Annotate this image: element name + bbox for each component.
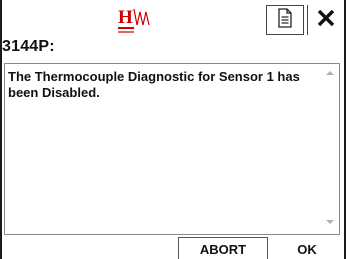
ok-button[interactable]: OK [272,237,342,259]
svg-text:H: H [118,7,133,28]
scroll-up-arrow-icon[interactable] [326,71,334,75]
close-button[interactable] [307,5,344,35]
abort-button[interactable]: ABORT [178,237,268,259]
scroll-down-arrow-icon[interactable] [326,220,334,224]
device-title: 3144P: [2,38,55,55]
vertical-scrollbar[interactable] [322,64,339,234]
document-button[interactable] [266,5,304,35]
message-text: The Thermocouple Diagnostic for Sensor 1… [8,69,300,100]
close-icon [316,8,336,33]
hw-logo-icon: H [117,6,157,36]
message-box: The Thermocouple Diagnostic for Sensor 1… [4,63,340,235]
dialog-window: H 3144P: The Thermocouple Diagnostic for… [0,0,346,259]
document-icon [277,7,293,33]
